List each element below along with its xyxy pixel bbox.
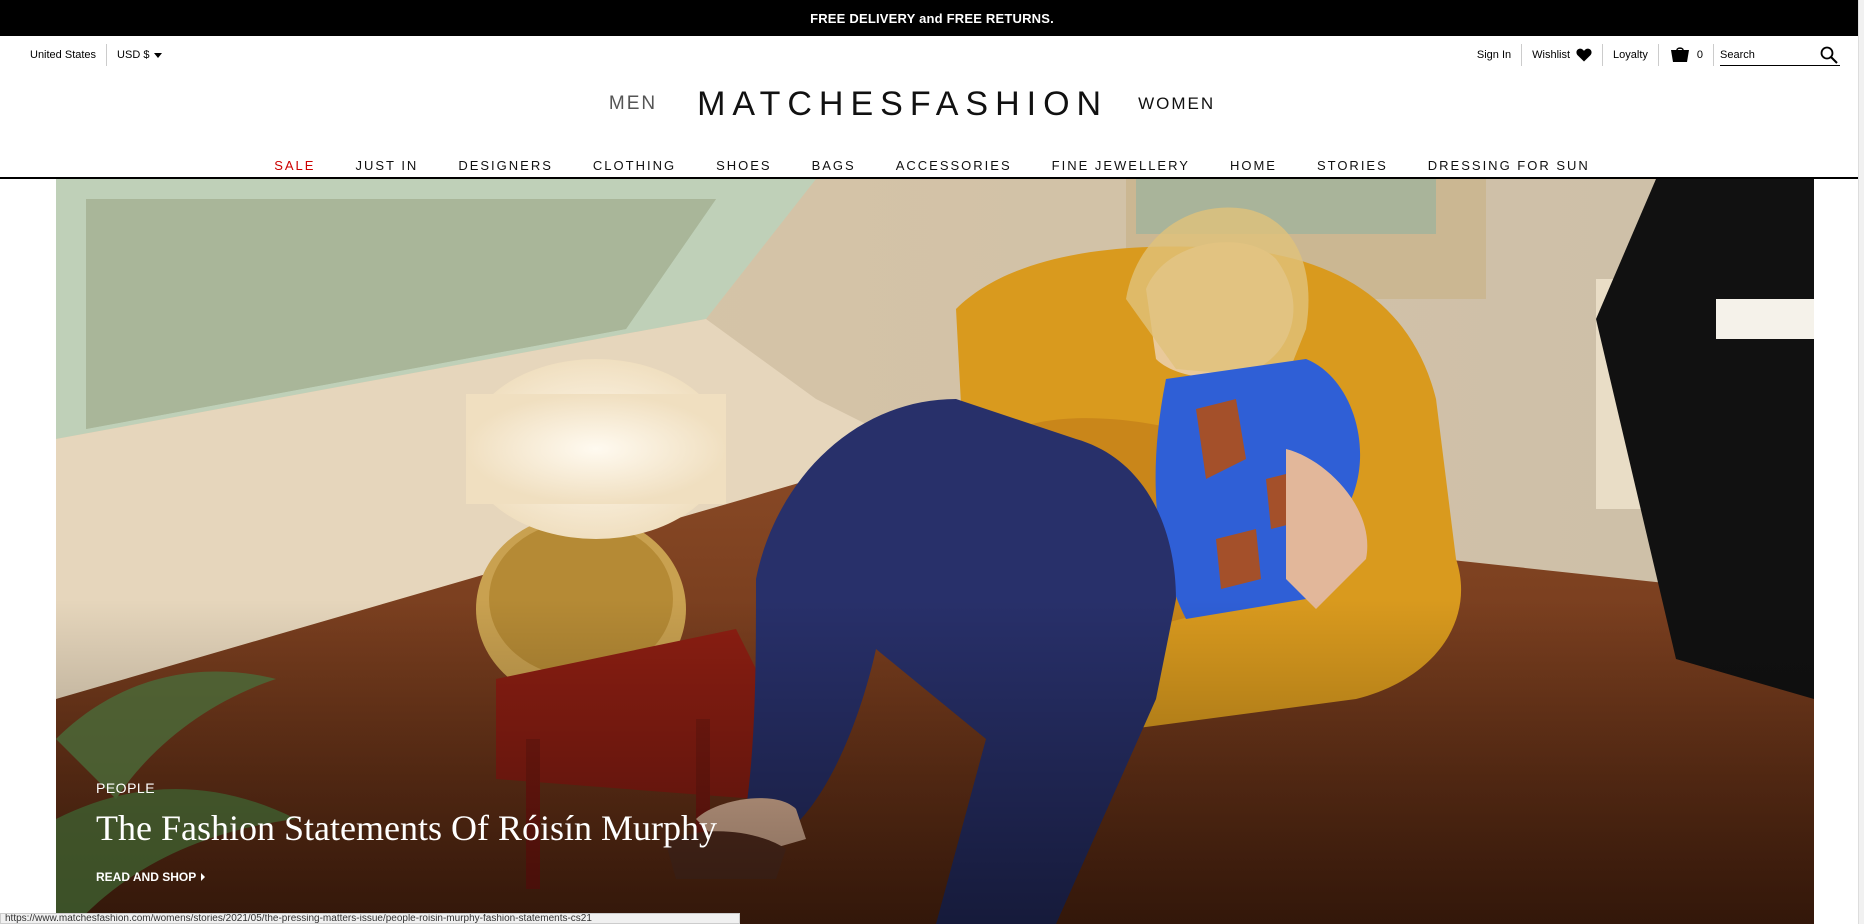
hero-title[interactable]: The Fashion Statements Of Róisín Murphy <box>96 807 717 849</box>
hero-category: PEOPLE <box>96 780 156 796</box>
nav-item-clothing[interactable]: CLOTHING <box>573 158 696 173</box>
sign-in-label: Sign In <box>1476 49 1512 61</box>
scrollbar[interactable] <box>1858 0 1864 924</box>
heart-icon <box>1576 48 1592 62</box>
nav-item-stories[interactable]: STORIES <box>1297 158 1408 173</box>
brand-header: MEN MATCHESFASHION WOMEN <box>0 84 1864 124</box>
nav-item-fine-jewellery[interactable]: FINE JEWELLERY <box>1032 158 1210 173</box>
locale-selector: United States USD $ <box>30 44 163 66</box>
hero-banner[interactable]: PEOPLE The Fashion Statements Of Róisín … <box>56 179 1814 924</box>
nav-item-shoes[interactable]: SHOES <box>696 158 792 173</box>
bag-link[interactable]: 0 <box>1659 44 1714 66</box>
wishlist-label: Wishlist <box>1532 49 1571 61</box>
triangle-right-icon <box>201 873 206 881</box>
wishlist-link[interactable]: Wishlist <box>1522 44 1604 66</box>
nav-item-accessories[interactable]: ACCESSORIES <box>876 158 1032 173</box>
site-logo[interactable]: MATCHESFASHION <box>697 85 1108 124</box>
bag-icon <box>1670 47 1689 62</box>
cta-label: READ AND SHOP <box>96 870 197 884</box>
caret-down-icon <box>154 52 163 58</box>
promo-text: FREE DELIVERY and FREE RETURNS. <box>810 10 1054 26</box>
nav-item-sale[interactable]: SALE <box>254 158 335 173</box>
bag-count: 0 <box>1696 49 1703 61</box>
utility-nav: Sign In Wishlist Loyalty 0 <box>1467 44 1840 66</box>
nav-item-home[interactable]: HOME <box>1210 158 1297 173</box>
nav-item-bags[interactable]: BAGS <box>792 158 876 173</box>
search-icon[interactable] <box>1820 46 1838 64</box>
women-link[interactable]: WOMEN <box>1138 94 1215 114</box>
men-link[interactable]: MEN <box>609 93 657 115</box>
currency-label: USD $ <box>117 49 150 61</box>
main-nav: SALE JUST IN DESIGNERS CLOTHING SHOES BA… <box>0 154 1864 176</box>
nav-item-dressing-for-sun[interactable]: DRESSING FOR SUN <box>1408 158 1610 173</box>
loyalty-link[interactable]: Loyalty <box>1603 44 1659 66</box>
currency-selector[interactable]: USD $ <box>107 49 163 61</box>
country-selector[interactable]: United States <box>30 44 108 66</box>
search-input[interactable] <box>1720 48 1820 61</box>
nav-item-designers[interactable]: DESIGNERS <box>438 158 573 173</box>
loyalty-label: Loyalty <box>1613 49 1648 61</box>
status-bar-url: https://www.matchesfashion.com/womens/st… <box>0 913 740 924</box>
nav-item-just-in[interactable]: JUST IN <box>335 158 438 173</box>
promo-bar: FREE DELIVERY and FREE RETURNS. <box>0 0 1864 36</box>
sign-in-link[interactable]: Sign In <box>1467 44 1523 66</box>
search-box <box>1720 44 1840 66</box>
read-and-shop-link[interactable]: READ AND SHOP <box>96 870 206 884</box>
